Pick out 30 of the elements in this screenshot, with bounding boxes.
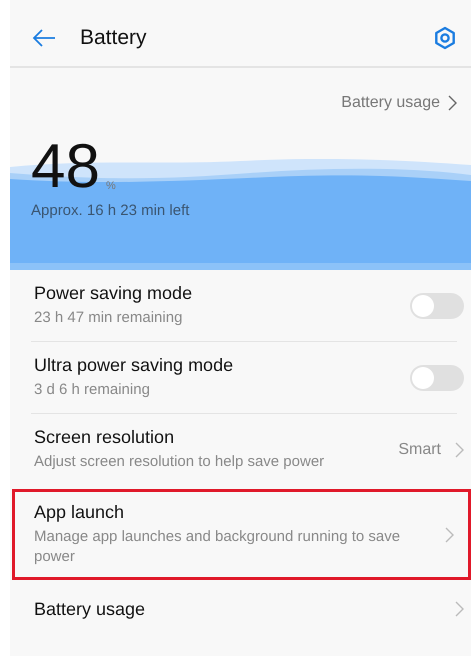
toggle-switch[interactable] bbox=[410, 364, 464, 390]
setting-description: Adjust screen resolution to help save power bbox=[34, 452, 326, 472]
time-remaining: Approx. 16 h 23 min left bbox=[31, 202, 190, 219]
chevron-right-icon bbox=[445, 526, 454, 542]
setting-description: Manage app launches and background running to save power bbox=[34, 527, 402, 567]
chevron-right-icon bbox=[448, 95, 457, 111]
settings-button[interactable] bbox=[433, 26, 457, 50]
setting-title: App launch bbox=[34, 502, 126, 523]
page-title: Battery bbox=[80, 26, 148, 50]
setting-value: Smart bbox=[398, 440, 441, 458]
setting-row[interactable]: Battery usage bbox=[10, 584, 471, 634]
setting-row[interactable]: Power saving mode 23 h 47 min remaining bbox=[10, 270, 471, 341]
setting-title: Battery usage bbox=[34, 598, 146, 620]
setting-title: Screen resolution bbox=[34, 427, 176, 448]
setting-description: 23 h 47 min remaining bbox=[34, 308, 184, 328]
settings-icon bbox=[433, 26, 457, 50]
battery-percentage: 48 bbox=[31, 136, 100, 198]
chevron-right-icon bbox=[455, 442, 464, 458]
highlighted-setting-row[interactable]: App launch Manage app launches and background running to save power bbox=[12, 489, 471, 580]
chevron-right-icon bbox=[455, 601, 464, 617]
battery-usage-link[interactable]: Battery usage bbox=[341, 94, 457, 112]
back-arrow-icon bbox=[32, 28, 56, 48]
toggle-switch[interactable] bbox=[410, 292, 464, 318]
setting-description: 3 d 6 h remaining bbox=[34, 380, 151, 400]
setting-row[interactable]: Screen resolution Adjust screen resolution to help save power Smart bbox=[10, 414, 471, 485]
setting-title: Power saving mode bbox=[34, 283, 194, 304]
percent-sign: % bbox=[106, 180, 116, 192]
back-button[interactable] bbox=[32, 28, 56, 48]
setting-title: Ultra power saving mode bbox=[34, 355, 234, 376]
setting-row[interactable]: Ultra power saving mode 3 d 6 h remaining bbox=[10, 342, 471, 413]
